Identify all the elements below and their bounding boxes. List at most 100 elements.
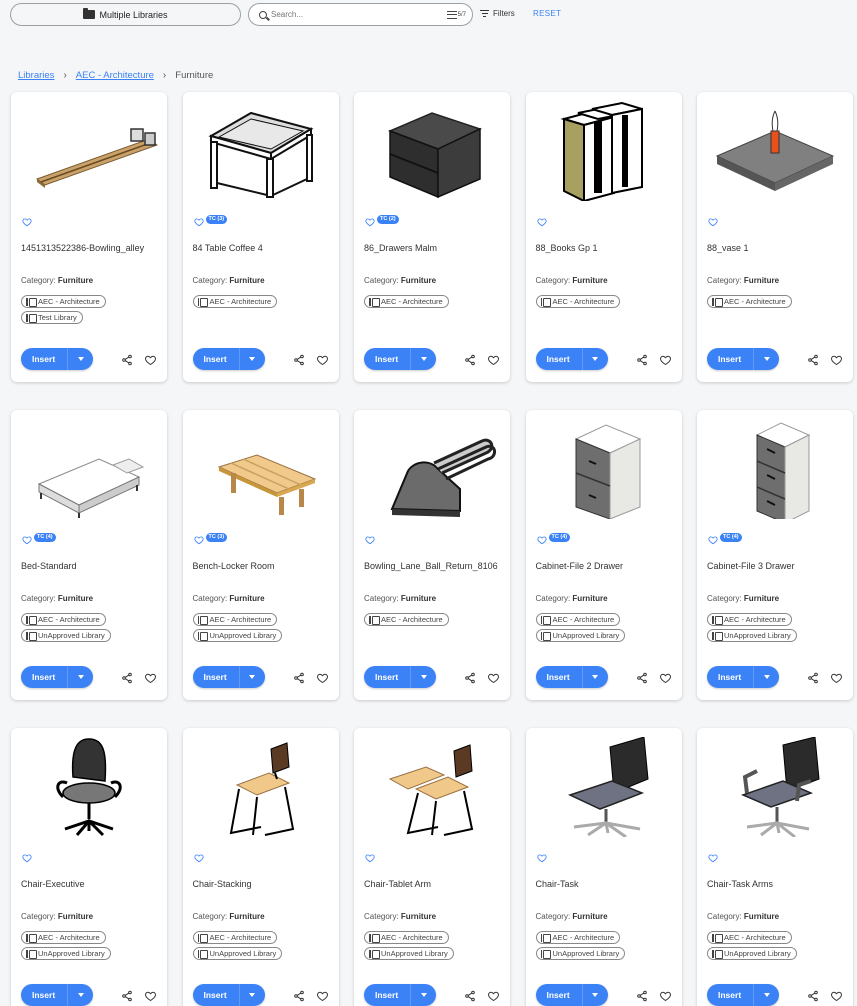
library-chip[interactable]: AEC - Architecture: [535, 613, 621, 626]
heart-icon[interactable]: [144, 989, 157, 1002]
library-chip[interactable]: AEC - Architecture: [364, 613, 449, 626]
asset-card[interactable]: 1451313522386-Bowling_alley Category: Fu…: [11, 92, 167, 382]
share-icon[interactable]: [636, 671, 648, 684]
reset-button[interactable]: RESET: [533, 9, 561, 18]
chair-tablet-thumbnail[interactable]: [354, 728, 510, 846]
library-chip[interactable]: UnApproved Library: [364, 947, 454, 960]
insert-button[interactable]: Insert: [707, 666, 755, 688]
library-chip[interactable]: UnApproved Library: [707, 947, 797, 960]
insert-dropdown-button[interactable]: [240, 666, 265, 688]
library-chip[interactable]: Test Library: [21, 311, 83, 324]
library-chip[interactable]: AEC - Architecture: [192, 295, 278, 308]
insert-button[interactable]: Insert: [707, 984, 755, 1006]
library-chip[interactable]: AEC - Architecture: [192, 931, 278, 944]
heart-icon[interactable]: [659, 989, 672, 1002]
books-thumbnail[interactable]: [526, 92, 682, 210]
asset-card[interactable]: 88_Books Gp 1 Category: Furniture AEC - …: [525, 92, 682, 382]
library-chip[interactable]: UnApproved Library: [21, 629, 111, 642]
insert-button[interactable]: Insert: [707, 348, 755, 370]
library-chip[interactable]: AEC - Architecture: [364, 295, 449, 308]
insert-button[interactable]: Insert: [21, 348, 69, 370]
favorite-indicator-icon[interactable]: [365, 214, 375, 227]
share-icon[interactable]: [464, 989, 476, 1002]
insert-button[interactable]: Insert: [536, 984, 583, 1006]
insert-dropdown-button[interactable]: [240, 348, 265, 370]
library-chip[interactable]: UnApproved Library: [192, 629, 283, 642]
asset-card[interactable]: 88_vase 1 Category: Furniture AEC - Arch…: [697, 92, 853, 382]
heart-icon[interactable]: [144, 353, 157, 366]
cabinet-3-thumbnail[interactable]: [697, 410, 853, 528]
library-chip[interactable]: AEC - Architecture: [21, 613, 106, 626]
share-icon[interactable]: [121, 353, 133, 366]
vase-thumbnail[interactable]: [697, 92, 853, 210]
asset-card[interactable]: TC (4) Cabinet-File 2 Drawer Category: F…: [525, 410, 682, 700]
insert-dropdown-button[interactable]: [583, 984, 608, 1006]
library-chip[interactable]: AEC - Architecture: [707, 613, 792, 626]
asset-card[interactable]: TC (3) 84 Table Coffee 4 Category: Furni…: [182, 92, 339, 382]
favorite-indicator-icon[interactable]: [193, 532, 204, 545]
favorite-indicator-icon[interactable]: [536, 532, 547, 545]
drawers-thumbnail[interactable]: [354, 92, 510, 210]
share-icon[interactable]: [121, 989, 133, 1002]
library-chip[interactable]: AEC - Architecture: [707, 931, 792, 944]
search-input[interactable]: [271, 10, 447, 19]
favorite-indicator-icon[interactable]: [193, 214, 204, 227]
insert-button[interactable]: Insert: [364, 348, 412, 370]
share-icon[interactable]: [293, 989, 305, 1002]
insert-dropdown-button[interactable]: [240, 984, 265, 1006]
share-icon[interactable]: [636, 989, 648, 1002]
favorite-indicator-icon[interactable]: [22, 850, 32, 863]
asset-card[interactable]: Chair-Executive Category: Furniture AEC …: [11, 728, 167, 1006]
heart-icon[interactable]: [487, 353, 500, 366]
heart-icon[interactable]: [316, 989, 329, 1002]
insert-button[interactable]: Insert: [193, 666, 240, 688]
insert-button[interactable]: Insert: [364, 984, 412, 1006]
share-icon[interactable]: [807, 989, 819, 1002]
insert-dropdown-button[interactable]: [68, 984, 93, 1006]
coffee-table-thumbnail[interactable]: [183, 92, 339, 210]
sliders-icon[interactable]: [446, 10, 457, 19]
share-icon[interactable]: [807, 671, 819, 684]
favorite-indicator-icon[interactable]: [365, 850, 375, 863]
library-chip[interactable]: AEC - Architecture: [21, 931, 106, 944]
asset-card[interactable]: Chair-Tablet Arm Category: Furniture AEC…: [354, 728, 510, 1006]
heart-icon[interactable]: [830, 989, 843, 1002]
library-chip[interactable]: UnApproved Library: [535, 947, 626, 960]
favorite-indicator-icon[interactable]: [22, 532, 32, 545]
favorite-indicator-icon[interactable]: [536, 850, 547, 863]
library-chip[interactable]: UnApproved Library: [192, 947, 283, 960]
insert-dropdown-button[interactable]: [754, 666, 779, 688]
favorite-indicator-icon[interactable]: [708, 214, 718, 227]
library-chip[interactable]: AEC - Architecture: [535, 931, 621, 944]
bowling-alley-thumbnail[interactable]: [11, 92, 167, 210]
library-selector-button[interactable]: Multiple Libraries: [10, 3, 241, 26]
library-chip[interactable]: AEC - Architecture: [707, 295, 792, 308]
asset-card[interactable]: Chair-Task Category: Furniture AEC - Arc…: [525, 728, 682, 1006]
asset-card[interactable]: Chair-Task Arms Category: Furniture AEC …: [697, 728, 853, 1006]
heart-icon[interactable]: [316, 353, 329, 366]
heart-icon[interactable]: [316, 671, 329, 684]
share-icon[interactable]: [807, 353, 819, 366]
breadcrumb-libraries[interactable]: Libraries: [18, 70, 54, 81]
insert-dropdown-button[interactable]: [411, 984, 436, 1006]
insert-dropdown-button[interactable]: [754, 984, 779, 1006]
share-icon[interactable]: [464, 671, 476, 684]
share-icon[interactable]: [464, 353, 476, 366]
insert-button[interactable]: Insert: [21, 984, 69, 1006]
ball-return-thumbnail[interactable]: [354, 410, 510, 528]
library-chip[interactable]: AEC - Architecture: [192, 613, 278, 626]
heart-icon[interactable]: [487, 989, 500, 1002]
heart-icon[interactable]: [659, 353, 672, 366]
insert-button[interactable]: Insert: [364, 666, 412, 688]
favorite-indicator-icon[interactable]: [536, 214, 547, 227]
bench-thumbnail[interactable]: [183, 410, 339, 528]
chair-executive-thumbnail[interactable]: [11, 728, 167, 846]
library-chip[interactable]: UnApproved Library: [707, 629, 797, 642]
insert-dropdown-button[interactable]: [754, 348, 779, 370]
chair-task-thumbnail[interactable]: [526, 728, 682, 846]
asset-card[interactable]: Chair-Stacking Category: Furniture AEC -…: [182, 728, 339, 1006]
library-chip[interactable]: AEC - Architecture: [535, 295, 621, 308]
cabinet-2-thumbnail[interactable]: [526, 410, 682, 528]
insert-button[interactable]: Insert: [536, 348, 583, 370]
insert-dropdown-button[interactable]: [68, 666, 93, 688]
